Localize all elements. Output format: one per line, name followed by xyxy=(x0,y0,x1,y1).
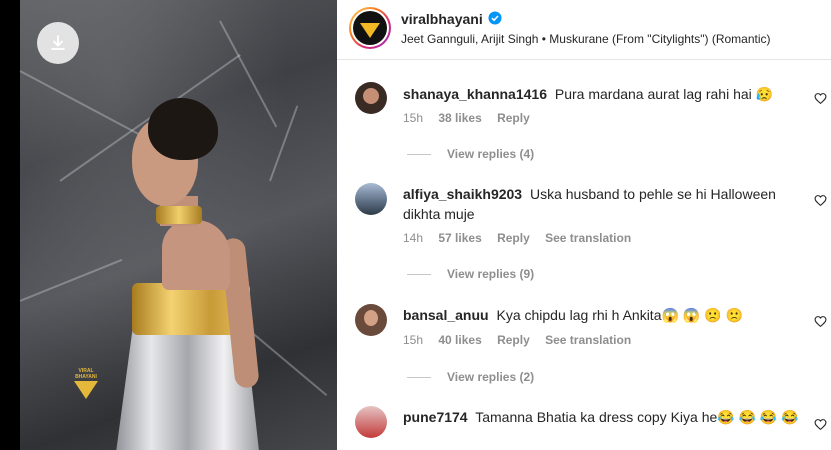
watermark-triangle-icon xyxy=(74,381,98,399)
comment-content: pune7174 Tamanna Bhatia ka dress copy Ki… xyxy=(403,407,803,427)
view-replies-label: View replies (2) xyxy=(447,370,535,384)
comment-avatar[interactable] xyxy=(355,406,387,438)
reply-button[interactable]: Reply xyxy=(497,231,530,245)
like-heart-icon[interactable] xyxy=(814,418,827,431)
view-replies-button[interactable]: View replies (9) xyxy=(407,267,534,281)
brand-avatar[interactable] xyxy=(349,7,391,49)
comment-username[interactable]: pune7174 xyxy=(403,409,468,425)
brand-logo-icon xyxy=(360,22,380,38)
post-username[interactable]: viralbhayani xyxy=(401,11,483,27)
view-replies-button[interactable]: View replies (2) xyxy=(407,370,534,384)
comment-username[interactable]: shanaya_khanna1416 xyxy=(403,86,547,102)
reply-button[interactable]: Reply xyxy=(497,333,530,347)
comment-likes[interactable]: 38 likes xyxy=(438,111,481,125)
view-replies-label: View replies (9) xyxy=(447,267,535,281)
comment-content: bansal_anuu Kya chipdu lag rhi h Ankita😱… xyxy=(403,305,803,325)
comment-text: Kya chipdu lag rhi h Ankita😱 😱 🙁 🙁 xyxy=(496,307,743,323)
see-translation-button[interactable]: See translation xyxy=(545,333,631,347)
comment-meta: 14h 57 likes Reply See translation xyxy=(403,231,643,245)
comment-meta: 15h 38 likes Reply xyxy=(403,111,542,125)
marble-vein xyxy=(219,20,278,128)
person-shoulder xyxy=(162,220,230,290)
comment-text: Pura mardana aurat lag rahi hai 😥 xyxy=(554,86,774,102)
comment-content: alfiya_shaikh9203 Uska husband to pehle … xyxy=(403,184,803,224)
download-button[interactable] xyxy=(37,22,79,64)
replies-divider xyxy=(407,273,431,275)
comment-time: 15h xyxy=(403,333,424,347)
marble-vein xyxy=(249,330,328,397)
gold-choker xyxy=(156,206,202,224)
comment-content: shanaya_khanna1416 Pura mardana aurat la… xyxy=(403,84,803,104)
comment-avatar[interactable] xyxy=(355,304,387,336)
person-hair xyxy=(148,98,218,160)
comments-panel: viralbhayani Jeet Gannguli, Arijit Singh… xyxy=(337,0,831,450)
comment-text: Tamanna Bhatia ka dress copy Kiya he😂 😂 … xyxy=(475,409,799,425)
download-icon xyxy=(51,35,65,50)
comment-time: 14h xyxy=(403,231,424,245)
comment-likes[interactable]: 57 likes xyxy=(438,231,481,245)
replies-divider xyxy=(407,376,431,378)
see-translation-button[interactable]: See translation xyxy=(545,231,631,245)
view-replies-button[interactable]: View replies (4) xyxy=(407,147,534,161)
comment-username[interactable]: alfiya_shaikh9203 xyxy=(403,186,522,202)
view-replies-label: View replies (4) xyxy=(447,147,535,161)
like-heart-icon[interactable] xyxy=(814,92,827,105)
watermark-logo: VIRAL BHAYANI xyxy=(72,368,100,399)
comment-avatar[interactable] xyxy=(355,82,387,114)
reply-button[interactable]: Reply xyxy=(497,111,530,125)
comment-avatar[interactable] xyxy=(355,183,387,215)
like-heart-icon[interactable] xyxy=(814,315,827,328)
comment-meta: 15h 40 likes Reply See translation xyxy=(403,333,643,347)
watermark-text: VIRAL BHAYANI xyxy=(75,368,97,380)
reel-video[interactable]: VIRAL BHAYANI xyxy=(20,0,337,450)
like-heart-icon[interactable] xyxy=(814,194,827,207)
marble-vein xyxy=(269,105,299,182)
comment-likes[interactable]: 40 likes xyxy=(438,333,481,347)
audio-track[interactable]: Jeet Gannguli, Arijit Singh • Muskurane … xyxy=(401,32,771,46)
comment-time: 15h xyxy=(403,111,424,125)
verified-badge-icon xyxy=(488,11,502,25)
marble-vein xyxy=(20,258,123,302)
left-backdrop xyxy=(0,0,20,450)
post-header: viralbhayani Jeet Gannguli, Arijit Singh… xyxy=(337,0,831,60)
comment-username[interactable]: bansal_anuu xyxy=(403,307,489,323)
replies-divider xyxy=(407,153,431,155)
